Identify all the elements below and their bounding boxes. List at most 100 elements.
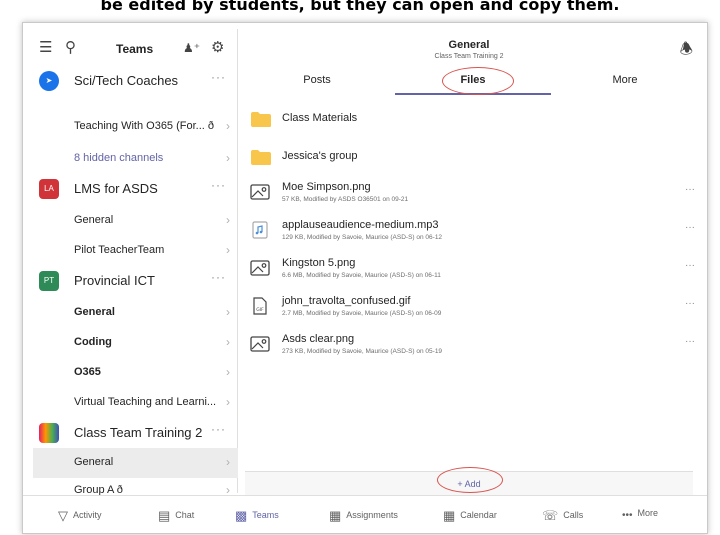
team-more-icon[interactable]: ··· <box>211 70 226 84</box>
channel-general[interactable]: General › <box>33 298 238 328</box>
channel-group-a[interactable]: Group A ð › <box>33 476 238 497</box>
hamburger-menu-icon[interactable]: ☰ <box>39 39 52 57</box>
team-class-team-training-2[interactable]: Class Team Training 2 ··· <box>33 418 238 448</box>
channel-teaching-with-o365[interactable]: Teaching With O365 (For... ð › <box>33 112 238 142</box>
channel-label: General <box>74 214 114 226</box>
file-more-icon[interactable]: ··· <box>685 260 695 271</box>
team-avatar: PT <box>39 271 59 291</box>
channel-virtual-teaching[interactable]: Virtual Teaching and Learni... › <box>33 388 238 418</box>
nav-more[interactable]: ••• More <box>622 508 658 521</box>
nav-label: Chat <box>175 510 195 520</box>
team-more-icon[interactable]: ··· <box>211 270 226 284</box>
team-lms-for-asds[interactable]: LA LMS for ASDS ··· <box>33 174 238 204</box>
file-meta: 129 KB, Modified by Savoie, Maurice (ASD… <box>282 234 443 241</box>
chevron-right-icon: › <box>226 213 230 227</box>
team-label: Sci/Tech Coaches <box>74 73 179 88</box>
teams-app-window: ☰ ⚲ Teams ♟⁺ ⚙ ➤ Sci/Tech Coaches ··· Te… <box>22 22 708 534</box>
channel-label: Teaching With O365 (For... ð <box>74 120 215 132</box>
sidebar-header: ☰ ⚲ Teams ♟⁺ ⚙ <box>33 29 238 69</box>
chevron-right-icon: › <box>226 151 230 165</box>
image-file-icon <box>250 184 270 200</box>
file-name: Asds clear.png <box>282 333 355 345</box>
channel-label: Virtual Teaching and Learni... <box>74 396 217 408</box>
team-provincial-ict[interactable]: PT Provincial ICT ··· <box>33 266 238 296</box>
channel-subtitle: Class Team Training 2 <box>434 53 504 60</box>
team-more-icon[interactable]: ··· <box>211 178 226 192</box>
channel-pilot-teacherteam[interactable]: Pilot TeacherTeam › <box>33 236 238 266</box>
team-avatar: LA <box>39 179 59 199</box>
channel-coding[interactable]: Coding › <box>33 328 238 358</box>
highlight-circle <box>442 67 514 95</box>
more-icon: ••• <box>622 510 633 521</box>
settings-icon[interactable]: ⚙ <box>211 39 224 57</box>
team-label: LMS for ASDS <box>74 181 158 196</box>
team-more-icon[interactable]: ··· <box>211 422 226 436</box>
file-name: Moe Simpson.png <box>282 181 371 193</box>
channel-label: O365 <box>74 366 101 378</box>
bell-icon: ▽ <box>58 508 68 523</box>
file-more-icon[interactable]: ··· <box>685 184 695 195</box>
channel-label: General <box>74 456 114 468</box>
team-label: Class Team Training 2 <box>74 425 203 440</box>
file-row[interactable]: applauseaudience-medium.mp3 129 KB, Modi… <box>239 214 699 251</box>
channel-title: General <box>448 39 490 51</box>
file-meta: 6.6 MB, Modified by Savoie, Maurice (ASD… <box>282 272 441 279</box>
nav-label: Assignments <box>346 510 398 520</box>
file-meta: 57 KB, Modified by ASDS O36501 on 09-21 <box>282 196 409 203</box>
file-row[interactable]: Asds clear.png 273 KB, Modified by Savoi… <box>239 328 699 365</box>
search-icon[interactable]: ⚲ <box>65 39 76 57</box>
tab-more[interactable]: More <box>551 74 699 96</box>
channel-general-selected[interactable]: General › <box>33 448 238 478</box>
assignments-icon: ▦ <box>329 508 342 523</box>
channel-general[interactable]: General › <box>33 206 238 236</box>
chevron-right-icon: › <box>226 365 230 379</box>
nav-label: More <box>637 508 659 518</box>
image-file-icon <box>250 260 270 276</box>
bell-icon[interactable]: 🕭 <box>680 39 693 64</box>
nav-label: Activity <box>73 510 102 520</box>
channel-label: Pilot TeacherTeam <box>74 244 165 256</box>
join-team-icon[interactable]: ♟⁺ <box>183 39 200 57</box>
file-row[interactable]: GIF john_travolta_confused.gif 2.7 MB, M… <box>239 290 699 327</box>
calendar-icon: ▦ <box>443 508 456 523</box>
nav-activity[interactable]: ▽ Activity <box>58 508 102 524</box>
team-avatar <box>39 423 59 443</box>
sidebar-title: Teams <box>116 42 154 56</box>
chevron-right-icon: › <box>226 243 230 257</box>
folder-icon <box>251 112 271 127</box>
channel-content: General Class Team Training 2 🕭 Posts Fi… <box>239 29 699 495</box>
team-sci-tech-coaches[interactable]: ➤ Sci/Tech Coaches ··· <box>33 66 238 96</box>
chevron-right-icon: › <box>226 119 230 133</box>
channel-label: Coding <box>74 336 112 348</box>
hidden-channels-link[interactable]: 8 hidden channels › <box>33 144 238 174</box>
file-name: applauseaudience-medium.mp3 <box>282 219 439 231</box>
nav-calendar[interactable]: ▦ Calendar <box>443 508 497 524</box>
nav-calls[interactable]: ☏ Calls <box>542 508 583 524</box>
nav-teams[interactable]: ▩ Teams <box>235 508 279 524</box>
file-more-icon[interactable]: ··· <box>685 222 695 233</box>
file-more-icon[interactable]: ··· <box>685 298 695 309</box>
folder-name: Jessica's group <box>282 150 358 162</box>
file-meta: 2.7 MB, Modified by Savoie, Maurice (ASD… <box>282 310 442 317</box>
nav-assignments[interactable]: ▦ Assignments <box>329 508 398 524</box>
chat-icon: ▤ <box>158 508 171 523</box>
chevron-right-icon: › <box>226 305 230 319</box>
file-more-icon[interactable]: ··· <box>685 336 695 347</box>
audio-file-icon <box>252 221 268 239</box>
folder-icon <box>251 150 271 165</box>
channel-o365[interactable]: O365 › <box>33 358 238 388</box>
file-name: john_travolta_confused.gif <box>282 295 411 307</box>
nav-chat[interactable]: ▤ Chat <box>158 508 194 524</box>
folder-name: Class Materials <box>282 112 358 124</box>
phone-icon: ☏ <box>542 508 559 523</box>
folder-item[interactable]: Jessica's group <box>239 139 699 175</box>
file-meta: 273 KB, Modified by Savoie, Maurice (ASD… <box>282 348 443 355</box>
tab-posts[interactable]: Posts <box>239 74 395 96</box>
bottom-nav: ▽ Activity ▤ Chat ▩ Teams ▦ Assignments ▦ Cal… <box>23 495 707 533</box>
file-row[interactable]: Moe Simpson.png 57 KB, Modified by ASDS … <box>239 176 699 213</box>
folder-item[interactable]: Class Materials <box>239 101 699 137</box>
image-file-icon <box>250 336 270 352</box>
chevron-right-icon: › <box>226 335 230 349</box>
file-row[interactable]: Kingston 5.png 6.6 MB, Modified by Savoi… <box>239 252 699 289</box>
file-name: Kingston 5.png <box>282 257 356 269</box>
